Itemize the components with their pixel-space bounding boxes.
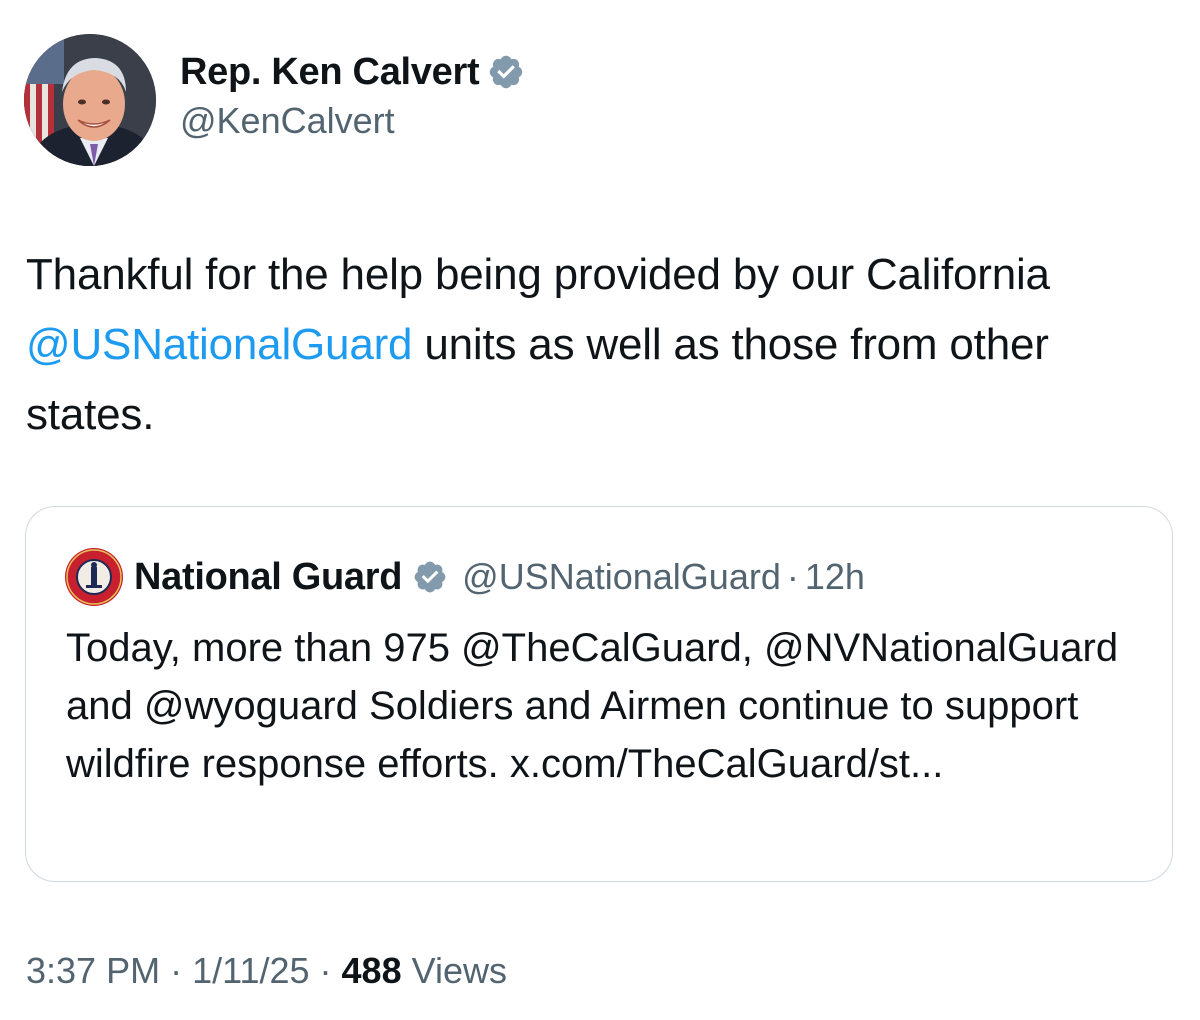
national-guard-seal-icon [65,548,123,606]
quoted-tweet-card[interactable]: National Guard @USNationalGuard · 12h To… [25,506,1173,882]
views-count: 488 [341,950,402,991]
verified-badge-icon [414,561,446,593]
avatar-photo [24,34,156,166]
author-avatar[interactable] [24,34,156,166]
meta-separator: · [319,950,332,991]
tweet-date[interactable]: 1/11/25 [192,950,309,992]
tweet-meta: 3:37 PM · 1/11/25 · 488 Views [26,950,507,992]
mention-link[interactable]: @USNationalGuard [26,320,413,369]
tweet-time[interactable]: 3:37 PM [26,950,160,992]
tweet-header: Rep. Ken Calvert @KenCalvert [24,34,1164,166]
views-label: Views [411,950,507,991]
author-display-name[interactable]: Rep. Ken Calvert [180,51,480,94]
quote-separator: · [786,556,799,597]
tweet-text-before: Thankful for the help being provided by … [26,250,1050,299]
meta-separator: · [170,950,183,991]
verified-badge-icon [490,55,523,89]
tweet-text: Thankful for the help being provided by … [26,240,1166,450]
quote-handle[interactable]: @USNationalGuard [462,556,781,598]
quote-display-name[interactable]: National Guard [134,556,402,599]
quote-timestamp[interactable]: 12h [805,556,865,598]
quote-header: National Guard @USNationalGuard · 12h [64,547,865,607]
quote-body-text: Today, more than 975 @TheCalGuard, @NVNa… [66,626,1119,786]
display-name-row: Rep. Ken Calvert [180,46,525,98]
author-handle[interactable]: @KenCalvert [180,100,525,142]
author-names: Rep. Ken Calvert @KenCalvert [180,46,525,142]
